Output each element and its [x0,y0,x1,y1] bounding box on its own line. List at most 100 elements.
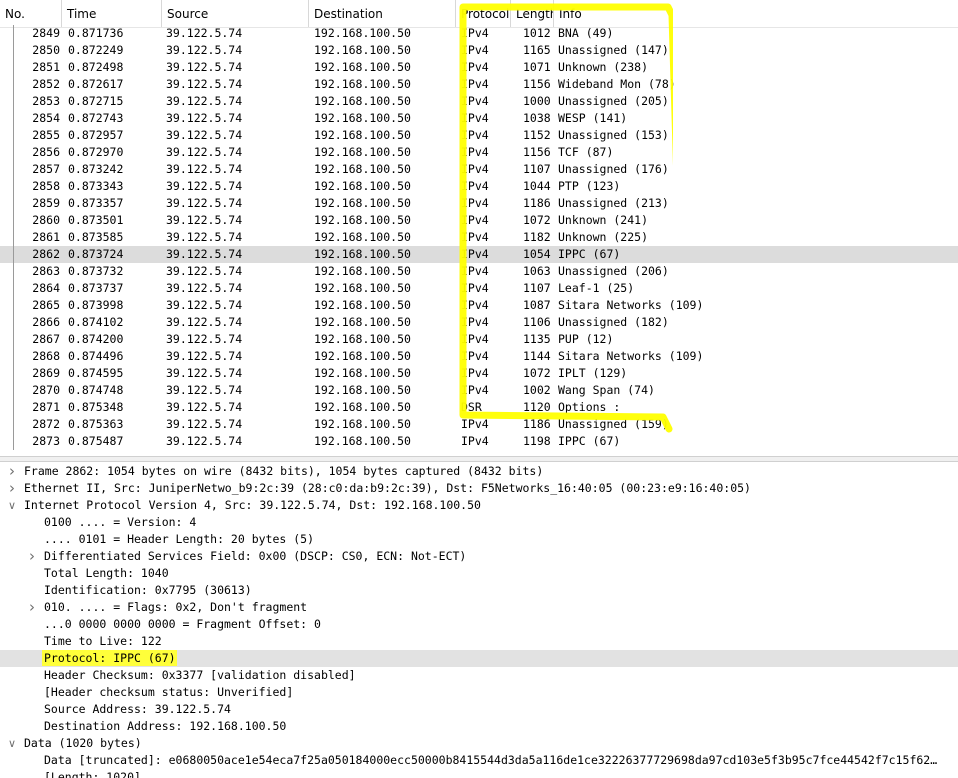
packet-info: IPLT (129) [558,366,628,380]
packet-row[interactable]: 2871 0.875348 39.122.5.74 192.168.100.50 DSR… [0,399,958,416]
packet-protocol: IPv4 [461,179,489,193]
packet-row[interactable]: 2873 0.875487 39.122.5.74 192.168.100.50 IPv… [0,433,958,450]
packet-row[interactable]: 2850 0.872249 39.122.5.74 192.168.100.50 IPv… [0,42,958,59]
detail-row[interactable]: Identification: 0x7795 (30613) [0,582,958,599]
detail-text: .... 0101 = Header Length: 20 bytes (5) [44,532,315,546]
detail-row[interactable]: ∨ Internet Protocol Version 4, Src: 39.12… [0,497,958,514]
packet-row[interactable]: 2851 0.872498 39.122.5.74 192.168.100.50 IPv… [0,59,958,76]
expand-down-icon[interactable]: ∨ [5,735,19,752]
detail-row[interactable]: Total Length: 1040 [0,565,958,582]
packet-rows: 2849 0.871736 39.122.5.74 192.168.100.50 IPv… [0,25,958,450]
packet-row[interactable]: 2861 0.873585 39.122.5.74 192.168.100.50 IPv… [0,229,958,246]
detail-row[interactable]: ...0 0000 0000 0000 = Fragment Offset: 0 [0,616,958,633]
packet-protocol: IPv4 [461,417,489,431]
detail-row[interactable]: › Frame 2862: 1054 bytes on wire (8432 bi… [0,463,958,480]
packet-row[interactable]: 2853 0.872715 39.122.5.74 192.168.100.50 IPv… [0,93,958,110]
packet-source: 39.122.5.74 [166,400,243,414]
packet-destination: 192.168.100.50 [314,77,411,91]
packet-row[interactable]: 2866 0.874102 39.122.5.74 192.168.100.50 IPv… [0,314,958,331]
packet-row[interactable]: 2859 0.873357 39.122.5.74 192.168.100.50 IPv… [0,195,958,212]
packet-protocol: IPv4 [461,145,489,159]
detail-row[interactable]: 0100 .... = Version: 4 [0,514,958,531]
packet-row[interactable]: 2857 0.873242 39.122.5.74 192.168.100.50 IPv… [0,161,958,178]
packet-number: 2858 [32,179,60,193]
packet-row[interactable]: 2863 0.873732 39.122.5.74 192.168.100.50 IPv… [0,263,958,280]
detail-row[interactable]: › 010. .... = Flags: 0x2, Don't fragment [0,599,958,616]
column-header-source[interactable]: Source [162,0,309,27]
packet-time: 0.874200 [68,332,124,346]
packet-row[interactable]: 2855 0.872957 39.122.5.74 192.168.100.50 IPv… [0,127,958,144]
packet-row[interactable]: 2854 0.872743 39.122.5.74 192.168.100.50 IPv… [0,110,958,127]
packet-number: 2871 [32,400,60,414]
detail-row[interactable]: .... 0101 = Header Length: 20 bytes (5) [0,531,958,548]
packet-destination: 192.168.100.50 [314,145,411,159]
packet-number: 2854 [32,111,60,125]
packet-row[interactable]: 2864 0.873737 39.122.5.74 192.168.100.50 IPv… [0,280,958,297]
detail-row[interactable]: › Ethernet II, Src: JuniperNetwo_b9:2c:39… [0,480,958,497]
packet-source: 39.122.5.74 [166,26,243,40]
packet-number: 2853 [32,94,60,108]
expand-right-icon[interactable]: › [25,548,39,564]
detail-row[interactable]: Header Checksum: 0x3377 [validation disa… [0,667,958,684]
expand-right-icon[interactable]: › [25,599,39,615]
packet-details-pane[interactable]: › Frame 2862: 1054 bytes on wire (8432 bi… [0,462,958,778]
packet-row[interactable]: 2856 0.872970 39.122.5.74 192.168.100.50 IPv… [0,144,958,161]
detail-row[interactable]: Data [truncated]: e0680050ace1e54eca7f25… [0,752,958,769]
packet-info: Wideband Mon (78) [558,77,676,91]
detail-row[interactable]: Source Address: 39.122.5.74 [0,701,958,718]
packet-row[interactable]: 2860 0.873501 39.122.5.74 192.168.100.50 IPv… [0,212,958,229]
packet-number: 2855 [32,128,60,142]
detail-row[interactable]: Destination Address: 192.168.100.50 [0,718,958,735]
packet-row[interactable]: 2868 0.874496 39.122.5.74 192.168.100.50 IPv… [0,348,958,365]
column-header-destination[interactable]: Destination [309,0,456,27]
packet-list[interactable]: No. Time Source Destination Protocol Len… [0,0,958,456]
packet-number: 2866 [32,315,60,329]
packet-time: 0.872957 [68,128,124,142]
packet-info: Options : [558,400,621,414]
column-header-time[interactable]: Time [62,0,162,27]
expand-down-icon[interactable]: ∨ [5,497,19,514]
packet-length: 1144 [523,349,551,363]
packet-row[interactable]: 2852 0.872617 39.122.5.74 192.168.100.50 IPv… [0,76,958,93]
detail-row[interactable]: ∨ Data (1020 bytes) [0,735,958,752]
expand-right-icon[interactable]: › [5,480,19,496]
column-header-protocol[interactable]: Protocol [456,0,511,27]
packet-time: 0.875348 [68,400,124,414]
expand-right-icon[interactable]: › [5,463,19,479]
packet-number: 2867 [32,332,60,346]
packet-number: 2851 [32,60,60,74]
detail-row[interactable]: Time to Live: 122 [0,633,958,650]
detail-row[interactable]: › Differentiated Services Field: 0x00 (DS… [0,548,958,565]
packet-row[interactable]: 2865 0.873998 39.122.5.74 192.168.100.50 IPv… [0,297,958,314]
packet-length: 1000 [523,94,551,108]
packet-time: 0.873343 [68,179,124,193]
packet-info: PUP (12) [558,332,614,346]
packet-row[interactable]: 2869 0.874595 39.122.5.74 192.168.100.50 IPv… [0,365,958,382]
packet-length: 1054 [523,247,551,261]
packet-row[interactable]: 2858 0.873343 39.122.5.74 192.168.100.50 IPv… [0,178,958,195]
detail-text: Data (1020 bytes) [24,736,142,750]
packet-number: 2862 [32,247,60,261]
packet-row[interactable]: 2867 0.874200 39.122.5.74 192.168.100.50 IPv… [0,331,958,348]
packet-number: 2859 [32,196,60,210]
column-header-no[interactable]: No. [0,0,62,27]
packet-row[interactable]: 2872 0.875363 39.122.5.74 192.168.100.50 IPv… [0,416,958,433]
detail-text: [Header checksum status: Unverified] [44,685,294,699]
detail-row-selected[interactable]: Protocol: IPPC (67) [0,650,958,667]
detail-text: Internet Protocol Version 4, Src: 39.122… [24,498,481,512]
detail-text: 0100 .... = Version: 4 [44,515,197,529]
detail-row[interactable]: [Length: 1020] [0,769,958,778]
column-header-length[interactable]: Length [511,0,554,27]
column-header-info[interactable]: Info [554,0,958,27]
packet-time: 0.873998 [68,298,124,312]
packet-info: Unassigned (159) [558,417,669,431]
packet-info: Wang Span (74) [558,383,655,397]
detail-row[interactable]: [Header checksum status: Unverified] [0,684,958,701]
packet-row[interactable]: 2849 0.871736 39.122.5.74 192.168.100.50 IPv… [0,25,958,42]
packet-length: 1107 [523,162,551,176]
packet-number: 2861 [32,230,60,244]
packet-time: 0.872743 [68,111,124,125]
packet-row[interactable]: 2870 0.874748 39.122.5.74 192.168.100.50 IPv… [0,382,958,399]
packet-protocol: IPv4 [461,94,489,108]
packet-row-selected[interactable]: 2862 0.873724 39.122.5.74 192.168.100.50 IPv… [0,246,958,263]
